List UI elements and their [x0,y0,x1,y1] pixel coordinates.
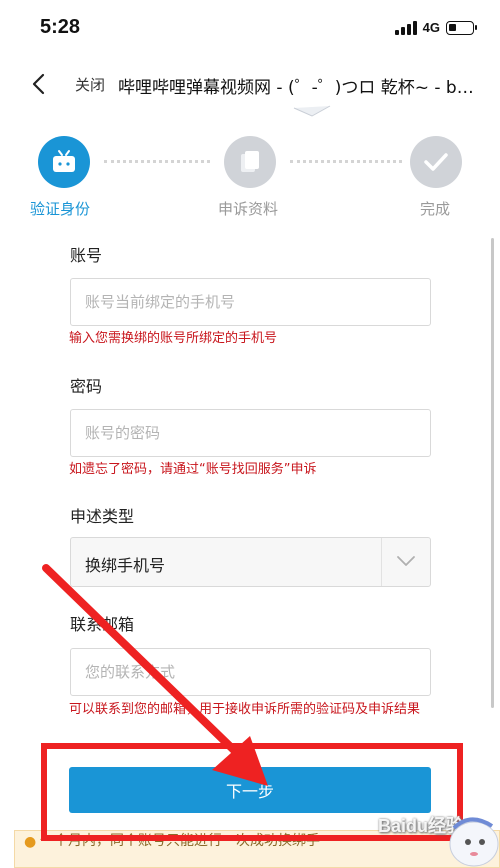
status-indicators: 4G [394,20,477,35]
step-1-label: 验证身份 [30,200,91,218]
password-hint: 如遗忘了密码，请通过“账号找回服务”申诉 [69,462,317,477]
email-hint: 可以联系到您的邮箱，用于接收申诉所需的验证码及申诉结果 [69,702,421,717]
step-2-label: 申诉资料 [218,200,279,218]
nav-bar: 关闭 哔哩哔哩弹幕视频网 - (゜-゜)つロ 乾杯~ - bilibili [0,60,500,108]
step-connector [290,160,402,163]
status-bar: 5:28 4G [0,0,500,56]
mascot-icon [449,817,499,867]
step-1-circle [38,136,90,188]
scrollbar[interactable] [491,238,494,708]
progress-steps: 验证身份 申诉资料 完成 [0,130,500,230]
account-hint: 输入您需换绑的账号所绑定的手机号 [69,331,278,346]
account-label: 账号 [70,246,103,265]
battery-icon [446,20,477,35]
status-time: 5:28 [40,16,81,38]
next-step-button[interactable]: 下一步 [69,767,431,813]
email-input[interactable] [70,648,431,696]
close-button[interactable]: 关闭 [75,74,105,95]
documents-icon [241,151,259,172]
notice-text: 一个月内，同个账号只能进行一次成功换绑手 [40,833,320,849]
step-3-circle [410,136,462,188]
appeal-type-select[interactable]: 换绑手机号 [70,537,431,587]
page-title: 哔哩哔哩弹幕视频网 - (゜-゜)つロ 乾杯~ - bilibili [118,78,478,98]
step-connector [104,160,210,163]
password-label: 密码 [70,377,103,396]
decoration-icon [293,105,331,117]
type-label: 申述类型 [70,507,135,526]
check-icon [424,153,448,171]
network-type: 4G [422,20,440,35]
signal-icon [394,20,417,35]
select-divider [381,538,382,586]
notice-bullet: ● [24,834,37,850]
step-3-label: 完成 [420,200,451,218]
account-phone-input[interactable] [70,278,431,326]
password-input[interactable] [70,409,431,457]
appeal-type-value: 换绑手机号 [85,556,166,575]
tv-icon [53,150,75,172]
step-2-circle [224,136,276,188]
chevron-down-icon [397,556,415,566]
email-label: 联系邮箱 [70,615,135,634]
back-arrow-icon[interactable] [30,72,48,96]
